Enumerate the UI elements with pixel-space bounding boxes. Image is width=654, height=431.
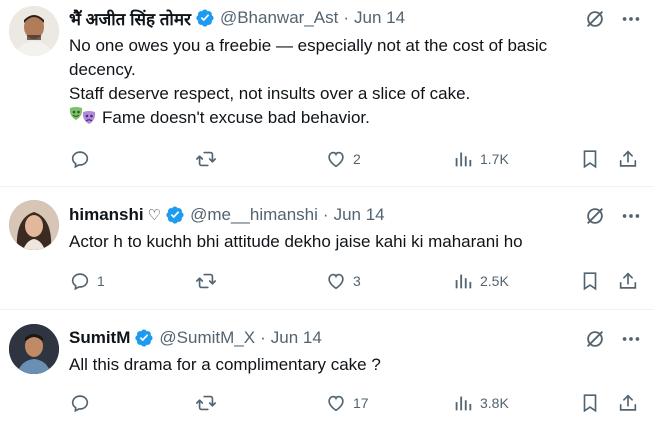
more-icon[interactable]	[620, 8, 642, 30]
grok-icon[interactable]	[584, 205, 606, 227]
tweet-text: No one owes you a freebie — especially n…	[69, 34, 547, 130]
retweet-button[interactable]	[195, 270, 223, 292]
reply-icon	[71, 273, 89, 291]
retweet-icon	[196, 273, 216, 289]
tweet-top-actions	[584, 328, 642, 350]
share-icon	[619, 394, 637, 411]
share-button[interactable]	[617, 392, 639, 414]
separator-dot: ·	[322, 205, 329, 224]
display-name[interactable]: himanshi	[69, 205, 144, 225]
tweet-text-line: Fame doesn't excuse bad behavior.	[102, 108, 370, 127]
grok-icon[interactable]	[584, 328, 606, 350]
like-button[interactable]: 17	[325, 392, 369, 414]
tweet-actions: 2 1.7K	[69, 148, 642, 172]
reply-count: 1	[97, 273, 105, 289]
tweet-text-line: Actor h to kuchh bhi attitude dekho jais…	[69, 232, 523, 251]
views-icon	[455, 396, 472, 411]
like-count: 17	[353, 395, 369, 411]
reply-button[interactable]	[69, 392, 97, 414]
performing-arts-masks-emoji	[69, 106, 99, 126]
views-icon	[455, 152, 472, 167]
tweet[interactable]: SumitM @SumitM_X · Jun 14 All this drama…	[0, 309, 654, 431]
display-name[interactable]: SumitM	[69, 328, 130, 348]
tweet[interactable]: भैॅ अजीत सिंह तोमर @Bhanwar_Ast · Jun 14…	[0, 0, 654, 187]
verified-badge-icon[interactable]	[195, 8, 215, 28]
display-name[interactable]: भैॅ अजीत सिंह तोमर	[69, 7, 191, 30]
reply-button[interactable]: 1	[69, 270, 105, 292]
tweet-text-line: decency.	[69, 60, 136, 79]
view-count: 1.7K	[480, 151, 509, 167]
bookmark-icon	[583, 272, 597, 291]
tweet-text: All this drama for a complimentary cake …	[69, 353, 381, 377]
bookmark-icon	[583, 150, 597, 169]
views-button[interactable]: 1.7K	[452, 148, 509, 170]
reply-icon	[71, 395, 89, 413]
like-count: 2	[353, 151, 361, 167]
grok-icon[interactable]	[584, 8, 606, 30]
tweet-text-line: All this drama for a complimentary cake …	[69, 355, 381, 374]
share-button[interactable]	[617, 148, 639, 170]
tweet-text-line: Fame doesn't excuse bad behavior.	[69, 106, 547, 130]
tweet-text-line: Staff deserve respect, not insults over …	[69, 84, 471, 103]
avatar[interactable]	[9, 324, 59, 374]
share-button[interactable]	[617, 270, 639, 292]
bookmark-button[interactable]	[579, 270, 601, 292]
tweet-top-actions	[584, 205, 642, 227]
more-icon[interactable]	[620, 205, 642, 227]
view-count: 3.8K	[480, 395, 509, 411]
views-button[interactable]: 3.8K	[452, 392, 509, 414]
like-count: 3	[353, 273, 361, 289]
tweet-top-actions	[584, 8, 642, 30]
like-button[interactable]: 2	[325, 148, 361, 170]
tweet[interactable]: himanshi ♡ @me__himanshi · Jun 14 Actor …	[0, 186, 654, 310]
retweet-button[interactable]	[195, 392, 223, 414]
tweet-actions: 17 3.8K	[69, 392, 642, 416]
more-icon[interactable]	[620, 328, 642, 350]
reply-icon	[71, 151, 89, 169]
verified-badge-icon[interactable]	[165, 205, 185, 225]
tweet-date[interactable]: Jun 14	[271, 328, 322, 348]
share-icon	[619, 272, 637, 289]
reply-button[interactable]	[69, 148, 97, 170]
tweet-header: भैॅ अजीत सिंह तोमर @Bhanwar_Ast · Jun 14	[69, 7, 405, 29]
like-button[interactable]: 3	[325, 270, 361, 292]
retweet-icon	[196, 395, 216, 411]
tweet-text: Actor h to kuchh bhi attitude dekho jais…	[69, 230, 523, 254]
tweet-header: himanshi ♡ @me__himanshi · Jun 14	[69, 204, 385, 226]
retweet-button[interactable]	[195, 148, 223, 170]
like-icon	[328, 151, 344, 168]
like-icon	[328, 273, 344, 290]
view-count: 2.5K	[480, 273, 509, 289]
bookmark-button[interactable]	[579, 392, 601, 414]
tweet-date[interactable]: Jun 14	[334, 205, 385, 225]
views-icon	[455, 274, 472, 289]
avatar[interactable]	[9, 200, 59, 250]
user-handle[interactable]: @SumitM_X	[159, 328, 255, 348]
views-button[interactable]: 2.5K	[452, 270, 509, 292]
tweet-text-line: No one owes you a freebie — especially n…	[69, 36, 548, 55]
tweet-actions: 1 3 2.5K	[69, 270, 642, 294]
replies-feed: भैॅ अजीत सिंह तोमर @Bhanwar_Ast · Jun 14…	[0, 0, 654, 431]
separator-dot: ·	[260, 328, 266, 347]
tweet-header: SumitM @SumitM_X · Jun 14	[69, 327, 322, 349]
user-handle[interactable]: @me__himanshi	[190, 205, 318, 225]
name-suffix: ♡	[147, 207, 162, 224]
verified-badge-icon[interactable]	[134, 328, 154, 348]
retweet-icon	[196, 151, 216, 167]
avatar[interactable]	[9, 6, 59, 56]
like-icon	[328, 395, 344, 412]
separator-dot: ·	[343, 8, 349, 27]
bookmark-icon	[583, 394, 597, 413]
tweet-date[interactable]: Jun 14	[354, 8, 405, 28]
share-icon	[619, 150, 637, 167]
user-handle[interactable]: @Bhanwar_Ast	[220, 8, 338, 28]
bookmark-button[interactable]	[579, 148, 601, 170]
